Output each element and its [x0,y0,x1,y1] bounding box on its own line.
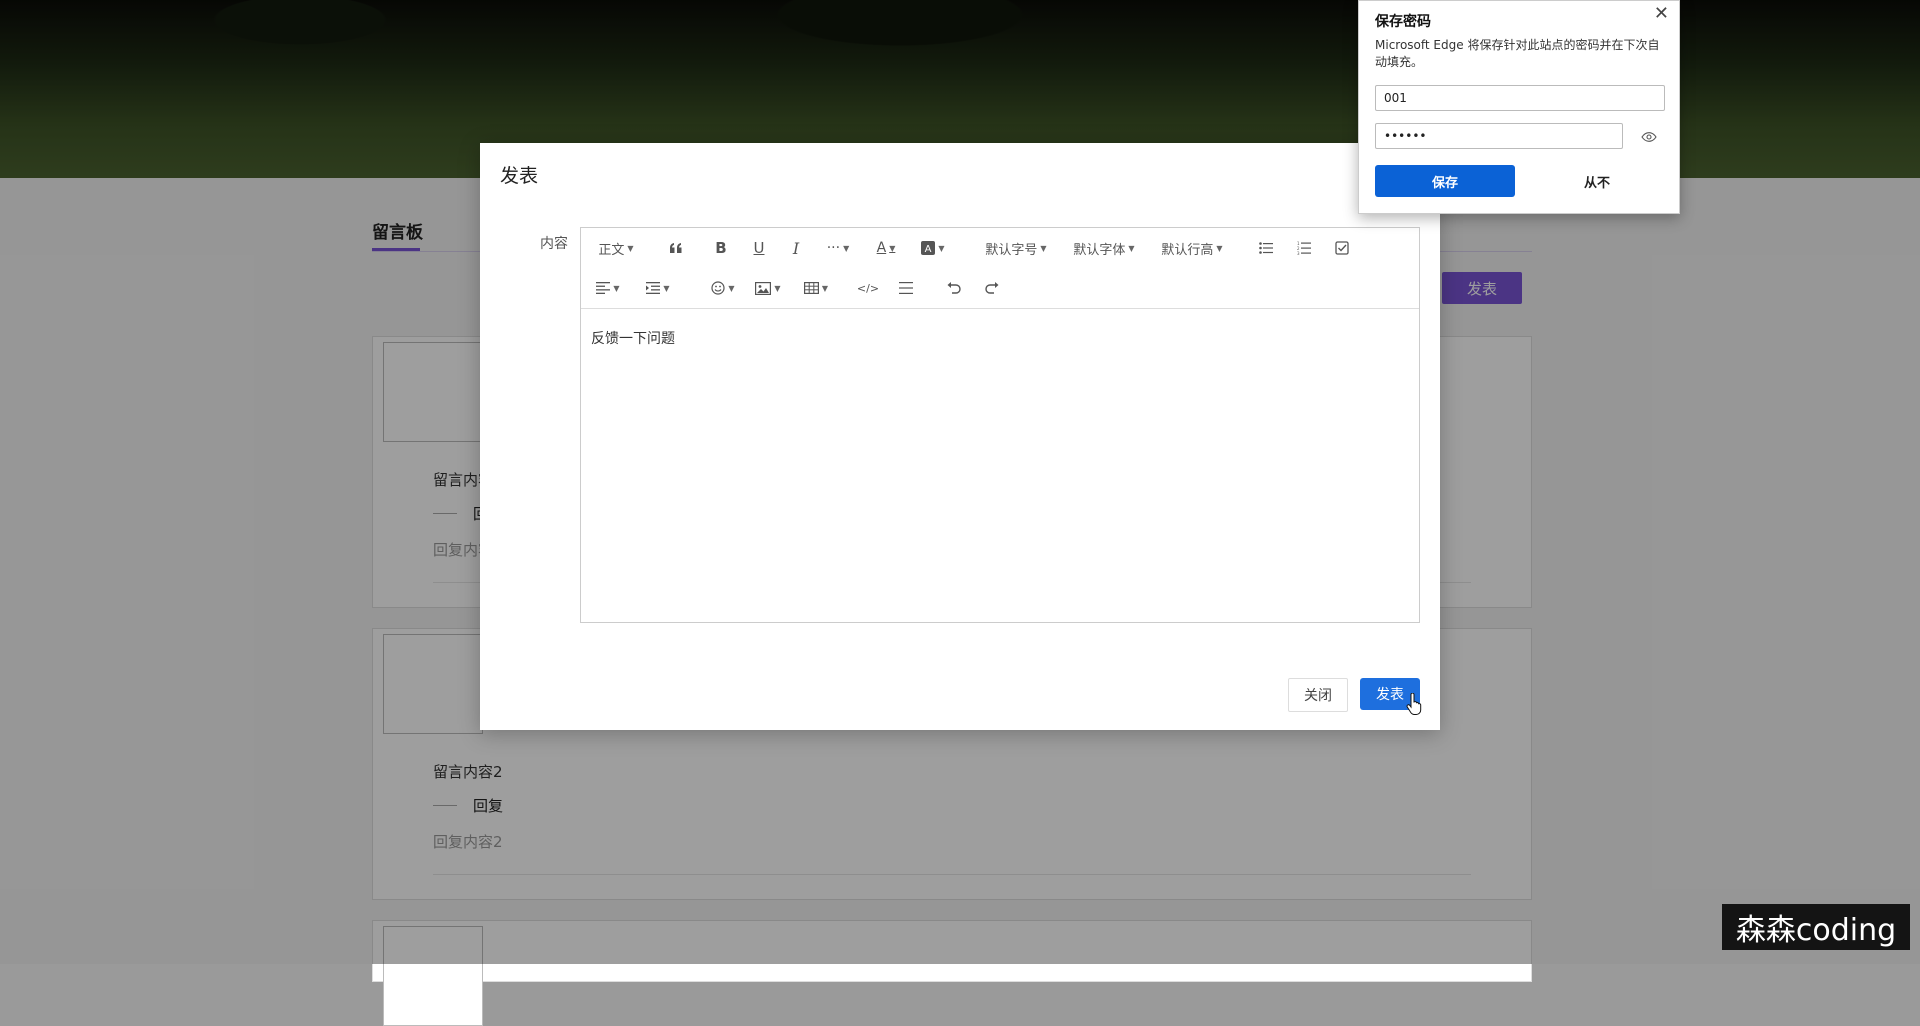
more-icon[interactable]: ··· ▼ [821,228,855,268]
paragraph-format-label: 正文 [598,242,625,258]
numbered-list-icon[interactable]: 123 [1289,228,1319,268]
table-icon[interactable]: ▼ [799,268,833,308]
close-button[interactable]: 关闭 [1288,678,1348,712]
popup-description: Microsoft Edge 将保存针对此站点的密码并在下次自动填充。 [1375,38,1660,69]
svg-text:A: A [925,244,932,255]
popup-title: 保存密码 [1375,14,1431,30]
editor-toolbar: 正文 ▼ B U I ··· ▼ A ▼ A ▼ 默认字号 ▼ 默认字体 ▼ 默… [581,228,1419,309]
content-label: 内容 [540,236,568,252]
quote-icon[interactable] [661,228,691,268]
line-height-label: 默认行高 [1161,242,1214,258]
redo-icon[interactable] [977,268,1007,308]
font-color-icon[interactable]: A ▼ [871,228,901,268]
undo-icon[interactable] [939,268,969,308]
rich-text-editor: 正文 ▼ B U I ··· ▼ A ▼ A ▼ 默认字号 ▼ 默认字体 ▼ 默… [580,227,1420,623]
emoji-icon[interactable]: ▼ [706,268,740,308]
dialog-title: 发表 [500,165,539,187]
post-dialog: 发表 内容 正文 ▼ B U I ··· ▼ A ▼ A ▼ 默认字号 ▼ 默认… [480,143,1440,730]
font-family-label: 默认字体 [1073,242,1126,258]
code-icon[interactable]: </> [853,268,883,308]
editor-text-area[interactable]: 反馈一下问题 [591,328,675,348]
password-field[interactable]: •••••• [1375,123,1623,149]
font-size-label: 默认字号 [985,242,1038,258]
save-password-button[interactable]: 保存 [1375,165,1515,197]
bg-color-icon[interactable]: A ▼ [916,228,950,268]
line-height-button[interactable]: 默认行高 ▼ [1157,228,1227,268]
font-family-button[interactable]: 默认字体 ▼ [1069,228,1139,268]
username-field[interactable]: 001 [1375,85,1665,111]
checkbox-icon[interactable] [1327,228,1357,268]
indent-icon[interactable]: ▼ [641,268,675,308]
bulleted-list-icon[interactable] [1251,228,1281,268]
italic-icon[interactable]: I [781,228,811,268]
underline-icon[interactable]: U [744,228,774,268]
pointer-cursor-icon [1406,692,1422,719]
close-icon[interactable]: ✕ [1654,3,1669,24]
never-button[interactable]: 从不 [1527,165,1667,197]
svg-text:3: 3 [1297,251,1300,255]
show-password-eye-icon[interactable] [1641,127,1657,146]
image-icon[interactable]: ▼ [751,268,785,308]
watermark: 森森coding [1722,904,1910,950]
save-password-popup: 保存密码 ✕ Microsoft Edge 将保存针对此站点的密码并在下次自动填… [1358,0,1680,214]
font-size-button[interactable]: 默认字号 ▼ [981,228,1051,268]
paragraph-format-button[interactable]: 正文 ▼ [591,228,641,268]
bold-icon[interactable]: B [706,228,736,268]
divider-icon[interactable] [891,268,921,308]
align-left-icon[interactable]: ▼ [591,268,625,308]
